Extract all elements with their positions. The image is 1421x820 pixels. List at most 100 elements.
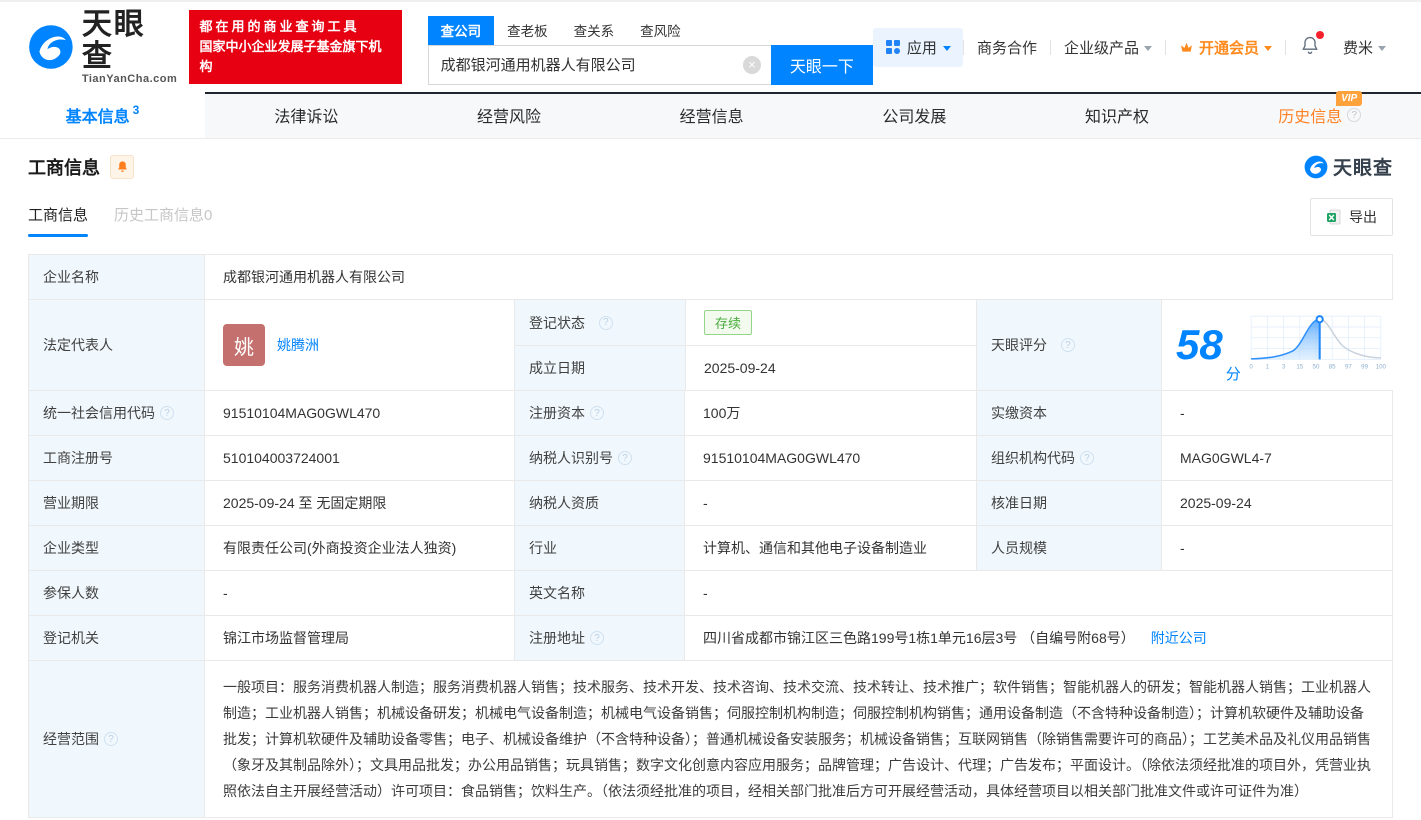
tab-intellectual-property[interactable]: 知识产权	[1016, 92, 1219, 138]
help-icon[interactable]: ?	[1080, 451, 1094, 465]
help-icon[interactable]: ?	[618, 451, 632, 465]
tab-basic-info[interactable]: 基本信息 3	[0, 92, 205, 138]
tab-history-info[interactable]: 历史信息 VIP ?	[1218, 91, 1421, 138]
credit-code-value: 91510104MAG0GWL470	[204, 391, 514, 435]
help-icon[interactable]: ?	[1060, 338, 1075, 352]
credit-code-label: 统一社会信用代码	[43, 405, 155, 421]
table-row: 统一社会信用代码? 91510104MAG0GWL470 注册资本? 100万 …	[29, 390, 1392, 435]
tab-label: 经营信息	[679, 109, 744, 126]
company-name-label: 企业名称	[29, 255, 204, 299]
tab-label: 知识产权	[1085, 109, 1150, 126]
subscribe-bell-button[interactable]	[110, 154, 134, 179]
business-scope-value: 一般项目：服务消费机器人制造；服务消费机器人销售；技术服务、技术开发、技术咨询、…	[204, 661, 1392, 817]
registration-number-label: 工商注册号	[29, 436, 204, 480]
notifications-bell-button[interactable]	[1286, 31, 1330, 59]
search-tab-relation[interactable]: 查关系	[561, 16, 628, 45]
status-date-block: 登记状态 ? 存续 成立日期 2025-09-24	[514, 300, 976, 390]
tab-company-development[interactable]: 公司发展	[813, 92, 1016, 138]
taxpayer-qualification-value: -	[684, 481, 976, 525]
search-tab-company[interactable]: 查公司	[427, 15, 495, 45]
search-button[interactable]: 天眼一下	[770, 44, 873, 85]
top-header: 天眼查 TianYanCha.com 都在用的商业查询工具 国家中小企业发展子基…	[0, 0, 1421, 92]
status-badge: 存续	[704, 310, 753, 335]
crown-icon	[1181, 42, 1192, 52]
svg-text:50: 50	[1312, 364, 1319, 371]
avatar[interactable]: 姚	[223, 324, 265, 366]
tab-label: 历史信息	[1278, 109, 1343, 126]
slogan-line1: 都在用的商业查询工具	[199, 18, 360, 34]
org-code-value: MAG0GWL4-7	[1161, 436, 1392, 480]
reg-status-label: 登记状态	[529, 314, 585, 331]
business-info-table: 企业名称 成都银河通用机器人有限公司 法定代表人 姚 姚腾洲 登记状态 ? 存续…	[28, 254, 1393, 818]
help-icon[interactable]: ?	[104, 732, 118, 746]
credit-code-label-cell: 统一社会信用代码?	[29, 391, 204, 435]
section-title: 工商信息	[28, 157, 100, 178]
open-vip-menu[interactable]: 开通会员	[1166, 37, 1285, 58]
help-icon[interactable]: ?	[1347, 108, 1362, 122]
reg-status-label-cell: 登记状态 ?	[515, 300, 685, 345]
english-name-label: 英文名称	[514, 571, 684, 615]
subtab-history-business-info[interactable]: 历史工商信息0	[114, 204, 212, 237]
business-scope-label-cell: 经营范围?	[29, 661, 204, 817]
enterprise-products-menu[interactable]: 企业级产品	[1051, 37, 1165, 58]
paid-capital-label: 实缴资本	[976, 391, 1161, 435]
tab-label: 公司发展	[882, 109, 947, 126]
table-row: 企业类型 有限责任公司(外商投资企业法人独资) 行业 计算机、通信和其他电子设备…	[29, 525, 1392, 570]
score-marker-dot	[1315, 315, 1324, 324]
org-code-label: 组织机构代码	[991, 450, 1075, 466]
export-button[interactable]: 导出	[1310, 198, 1393, 236]
approval-date-label: 核准日期	[976, 481, 1161, 525]
tab-operating-info[interactable]: 经营信息	[610, 92, 813, 138]
help-icon[interactable]: ?	[160, 406, 174, 420]
search-tab-risk[interactable]: 查风险	[627, 16, 694, 45]
chart-x-axis-labels: 0 1 3 15 50 85 97 99 100	[1249, 364, 1386, 371]
legal-rep-link[interactable]: 姚腾洲	[277, 335, 319, 355]
nearby-companies-link[interactable]: 附近公司	[1151, 628, 1207, 648]
search-row: × 天眼一下	[427, 44, 873, 85]
tab-legal-proceedings[interactable]: 法律诉讼	[205, 92, 408, 138]
business-term-label: 营业期限	[29, 481, 204, 525]
taxpayer-qualification-label: 纳税人资质	[514, 481, 684, 525]
search-input-wrap: ×	[427, 44, 771, 85]
registered-capital-label: 注册资本	[529, 405, 585, 421]
apps-label: 应用	[906, 39, 937, 57]
score-distribution-chart: 0 1 3 15 50 85 97 99 100	[1249, 315, 1386, 371]
clear-search-icon[interactable]: ×	[742, 55, 761, 74]
industry-value: 计算机、通信和其他电子设备制造业	[684, 526, 976, 570]
slogan-banner: 都在用的商业查询工具 国家中小企业发展子基金旗下机构	[189, 9, 402, 85]
help-icon[interactable]: ?	[590, 631, 604, 645]
tianyancha-logo[interactable]: 天眼查 TianYanCha.com	[28, 9, 177, 85]
svg-text:97: 97	[1345, 364, 1352, 371]
help-icon[interactable]: ?	[598, 315, 613, 330]
taxpayer-id-label-cell: 纳税人识别号?	[514, 436, 684, 480]
registered-address-label: 注册地址	[529, 630, 585, 646]
score-label-cell: 天眼评分 ?	[976, 300, 1161, 390]
chevron-down-icon	[1143, 45, 1152, 51]
tab-operating-risk[interactable]: 经营风险	[408, 92, 611, 138]
export-label: 导出	[1349, 209, 1377, 225]
reg-status-value-cell: 存续	[685, 300, 976, 345]
user-menu[interactable]: 费米	[1330, 37, 1399, 58]
table-row: 经营范围? 一般项目：服务消费机器人制造；服务消费机器人销售；技术服务、技术开发…	[29, 660, 1392, 817]
business-cooperation-link[interactable]: 商务合作	[964, 37, 1050, 58]
search-input[interactable]	[427, 44, 771, 85]
legal-rep-cell: 姚 姚腾洲	[204, 300, 514, 390]
table-row: 登记机关 锦江市场监督管理局 注册地址? 四川省成都市锦江区三色路199号1栋1…	[29, 615, 1392, 660]
help-icon[interactable]: ?	[590, 406, 604, 420]
score-cell[interactable]: 58 分 0 1 3 15 50 85 97 99 100	[1161, 300, 1393, 390]
score-label: 天眼评分	[991, 337, 1047, 353]
apps-menu-button[interactable]: 应用	[872, 27, 963, 67]
history-label-wrap: 历史信息 VIP	[1278, 91, 1363, 127]
taxpayer-id-value: 91510104MAG0GWL470	[684, 436, 976, 480]
paid-capital-value: -	[1161, 391, 1392, 435]
svg-text:99: 99	[1361, 364, 1368, 371]
bell-icon	[117, 161, 127, 172]
svg-text:15: 15	[1296, 364, 1303, 371]
search-tab-boss[interactable]: 查老板	[494, 16, 561, 45]
insured-count-label: 参保人数	[29, 571, 204, 615]
score-curve-right	[1319, 318, 1381, 359]
registered-capital-value: 100万	[684, 391, 976, 435]
subtab-business-info[interactable]: 工商信息	[28, 204, 89, 237]
search-area: 查公司 查老板 查关系 查风险 × 天眼一下	[427, 15, 873, 85]
username-label: 费米	[1342, 39, 1373, 57]
